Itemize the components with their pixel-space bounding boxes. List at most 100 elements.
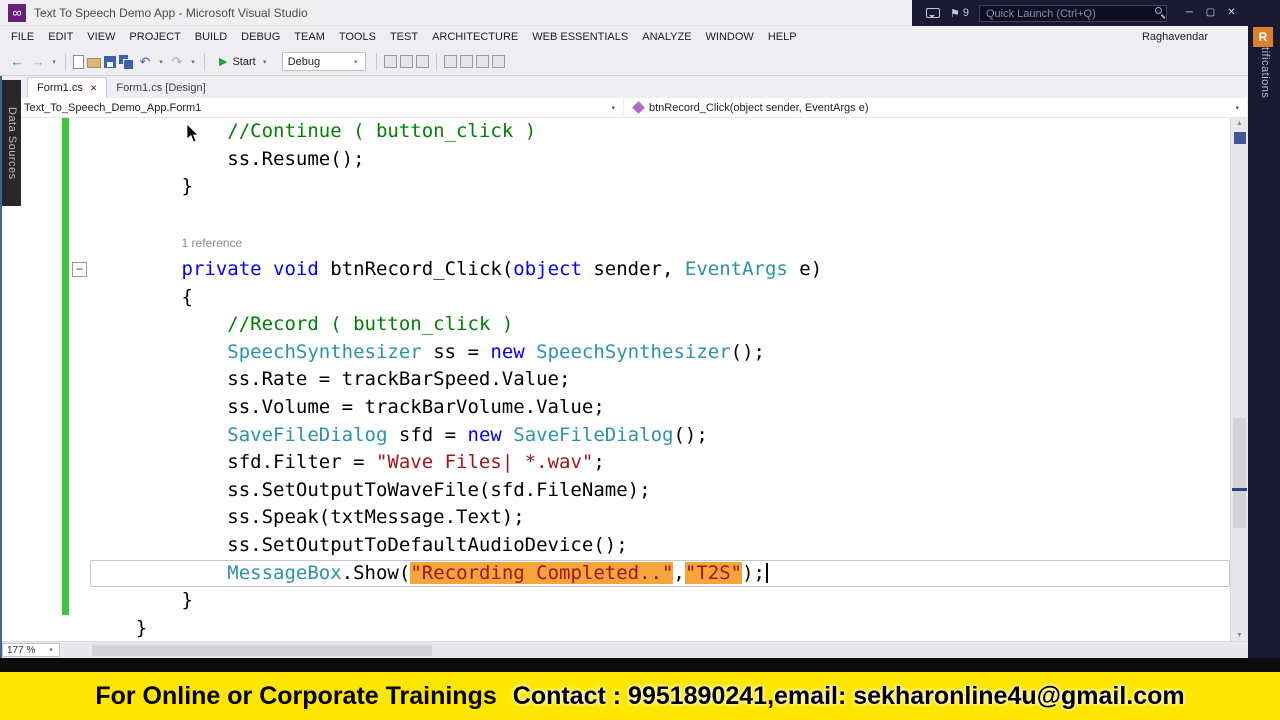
open-file-icon[interactable] [87, 58, 101, 68]
menu-item-build[interactable]: BUILD [188, 31, 234, 43]
toolbar-separator [435, 52, 437, 71]
quick-launch-input[interactable] [979, 5, 1167, 23]
window-title: Text To Speech Demo App - Microsoft Visu… [34, 6, 308, 20]
code-line[interactable]: private void btnRecord_Click(object send… [90, 256, 1230, 284]
chevron-down-icon: ▾ [353, 58, 358, 66]
next-bookmark-icon[interactable] [491, 55, 505, 68]
start-dropdown-icon: ▾ [262, 58, 267, 66]
scroll-down-icon[interactable]: ▼ [1231, 632, 1248, 639]
start-debug-button[interactable]: ▶ Start ▾ [212, 51, 276, 73]
horizontal-scroll-thumb[interactable] [92, 645, 432, 656]
code-line[interactable]: } [90, 615, 1230, 641]
horizontal-scrollbar[interactable]: 177 % ▾ [0, 641, 1248, 658]
member-dropdown[interactable]: btnRecord_Click(object sender, EventArgs… [624, 98, 1248, 117]
menu-item-test[interactable]: TEST [383, 31, 425, 43]
redo-dropdown-icon[interactable]: ▾ [189, 58, 197, 66]
document-tab-bar: Form1.cs ✕ Form1.cs [Design] [0, 76, 1248, 98]
vertical-scroll-thumb[interactable] [1233, 418, 1246, 528]
start-play-icon: ▶ [219, 56, 228, 68]
chevron-down-icon: ▾ [49, 647, 53, 654]
menu-item-help[interactable]: HELP [761, 31, 804, 43]
code-line[interactable]: ss.SetOutputToDefaultAudioDevice(); [90, 532, 1230, 560]
save-icon[interactable] [104, 55, 116, 68]
menu-bar: FILE EDIT VIEW PROJECT BUILD DEBUG TEAM TOOLS TE… [0, 26, 1248, 48]
tab-form1-cs[interactable]: Form1.cs ✕ [27, 77, 108, 98]
menu-item-architecture[interactable]: ARCHITECTURE [425, 31, 525, 43]
tab-label: Form1.cs [Design] [116, 81, 206, 94]
code-line[interactable]: SaveFileDialog sfd = new SaveFileDialog(… [90, 422, 1230, 450]
new-file-icon[interactable] [73, 54, 84, 69]
undo-icon[interactable]: ↶ [136, 53, 154, 71]
code-line[interactable]: ss.Rate = trackBarSpeed.Value; [90, 366, 1230, 394]
menu-item-edit[interactable]: EDIT [41, 31, 80, 43]
navigate-forward-icon[interactable]: → [29, 53, 47, 71]
comment-selection-icon[interactable] [399, 55, 413, 68]
scrollbar-splitter[interactable] [1234, 132, 1246, 144]
chevron-down-icon: ▾ [1235, 104, 1239, 112]
signed-in-user[interactable]: Raghavendar [1142, 31, 1208, 43]
code-line[interactable] [90, 201, 1230, 229]
caret-position-marker [1232, 488, 1247, 491]
code-line[interactable]: //Record ( button_click ) [90, 311, 1230, 339]
solution-config-value: Debug [287, 55, 321, 68]
code-line[interactable]: SpeechSynthesizer ss = new SpeechSynthes… [90, 339, 1230, 367]
banner-text-1: For Online or Corporate Trainings [95, 681, 497, 710]
code-editor[interactable]: − //Continue ( button_click ) ss.Resume(… [0, 118, 1248, 641]
menu-item-analyze[interactable]: ANALYZE [635, 31, 698, 43]
notification-count: 9 [962, 7, 969, 19]
code-line[interactable]: ss.Volume = trackBarVolume.Value; [90, 394, 1230, 422]
decrease-indent-icon[interactable] [443, 55, 457, 68]
chevron-down-icon: ▾ [611, 104, 615, 112]
code-line[interactable]: MessageBox.Show("Recording Completed..",… [90, 559, 1230, 588]
menu-item-view[interactable]: VIEW [80, 31, 122, 43]
type-dropdown[interactable]: Text_To_Speech_Demo_App.Form1 ▾ [0, 98, 624, 117]
track-changes-bar [62, 118, 69, 615]
code-line[interactable]: { [90, 284, 1230, 312]
save-all-icon[interactable] [119, 55, 134, 70]
collapse-region-icon[interactable]: − [72, 262, 87, 277]
find-in-files-icon[interactable] [383, 55, 397, 68]
feedback-bubble-icon[interactable] [926, 8, 940, 18]
zoom-level-dropdown[interactable]: 177 % ▾ [2, 643, 60, 657]
menu-item-project[interactable]: PROJECT [122, 31, 187, 43]
tool-tab-data-sources[interactable]: Data Sources [2, 80, 21, 206]
scroll-up-icon[interactable]: ▲ [1231, 120, 1248, 127]
menu-item-window[interactable]: WINDOW [699, 31, 761, 43]
uncomment-selection-icon[interactable] [415, 55, 429, 68]
text-caret [765, 563, 768, 583]
code-line[interactable]: } [90, 173, 1230, 201]
code-line[interactable]: ss.SetOutputToWaveFile(sfd.FileName); [90, 477, 1230, 505]
close-button[interactable]: ✕ [1221, 3, 1242, 23]
user-avatar[interactable]: R [1253, 27, 1273, 47]
notifications-flag[interactable]: ⚑ 9 [950, 7, 969, 20]
banner-separator-text: , [767, 681, 775, 710]
menu-item-tools[interactable]: TOOLS [332, 31, 383, 43]
tab-form1-cs-design[interactable]: Form1.cs [Design] [107, 77, 214, 98]
minimize-button[interactable]: ─ [1179, 3, 1200, 23]
maximize-button[interactable]: ▢ [1200, 3, 1221, 23]
menu-item-web-essentials[interactable]: WEB ESSENTIALS [525, 31, 635, 43]
mouse-cursor-icon [186, 124, 199, 143]
vertical-scrollbar[interactable]: ▲ ▼ [1230, 118, 1248, 641]
menu-item-team[interactable]: TEAM [287, 31, 332, 43]
redo-icon[interactable]: ↷ [168, 53, 186, 71]
right-rail: Notifications [1248, 0, 1280, 658]
navigate-back-icon[interactable]: ← [8, 53, 26, 71]
start-label: Start [232, 55, 256, 68]
code-line[interactable]: 1 reference [90, 228, 1230, 256]
solution-config-dropdown[interactable]: Debug ▾ [281, 52, 366, 71]
menu-item-debug[interactable]: DEBUG [234, 31, 287, 43]
code-line[interactable]: } [90, 587, 1230, 615]
undo-dropdown-icon[interactable]: ▾ [157, 58, 165, 66]
increase-indent-icon[interactable] [459, 55, 473, 68]
code-line[interactable]: //Continue ( button_click ) [90, 118, 1230, 146]
banner-divider [0, 658, 1280, 672]
toolbar-separator [204, 52, 205, 71]
code-line[interactable]: ss.Speak(txtMessage.Text); [90, 504, 1230, 532]
toggle-bookmark-icon[interactable] [475, 55, 489, 68]
code-line[interactable]: ss.Resume(); [90, 146, 1230, 174]
chevron-down-icon[interactable]: ▾ [50, 58, 58, 66]
tab-close-icon[interactable]: ✕ [90, 83, 98, 94]
menu-item-file[interactable]: FILE [4, 31, 41, 43]
code-line[interactable]: sfd.Filter = "Wave Files| *.wav"; [90, 449, 1230, 477]
